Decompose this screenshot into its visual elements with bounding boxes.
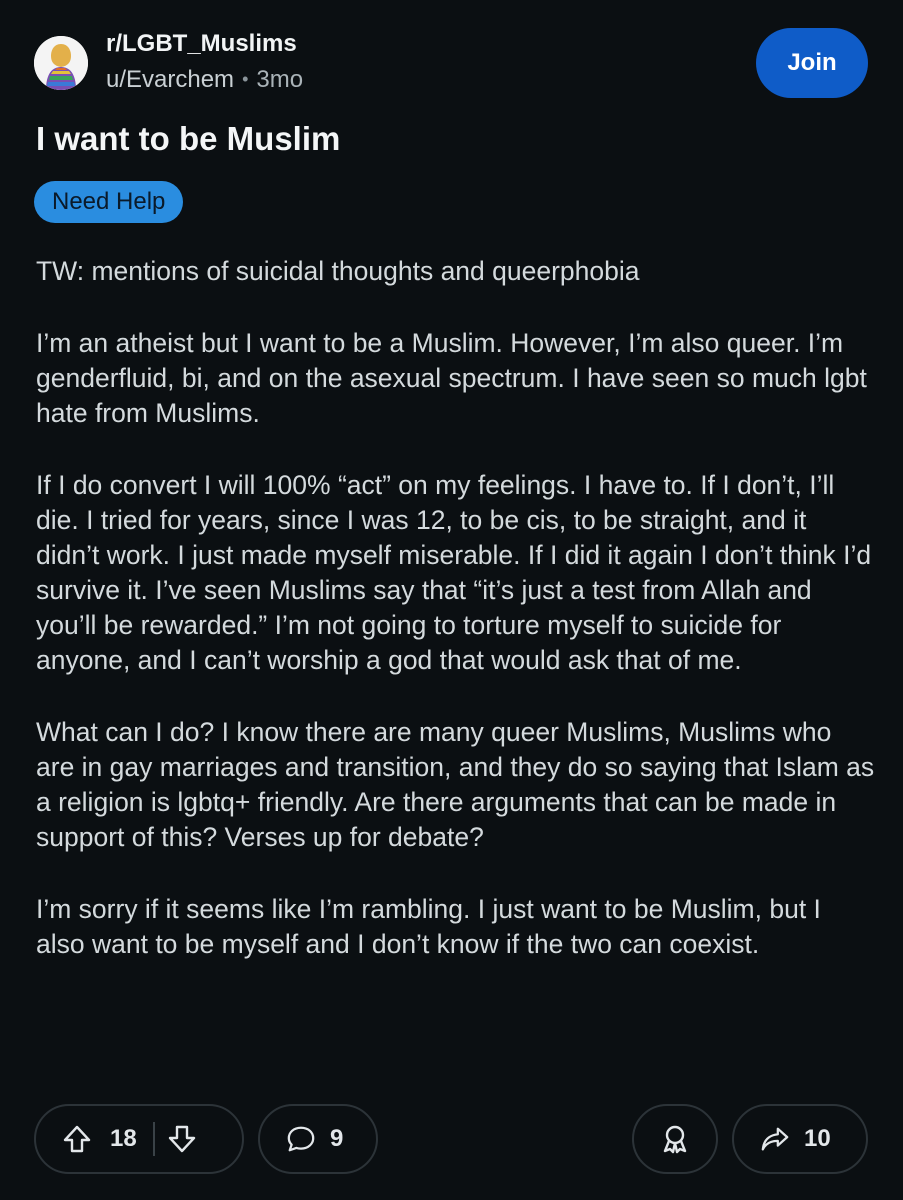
post-flair[interactable]: Need Help [34, 181, 184, 223]
body-paragraph: I’m an atheist but I want to be a Muslim… [36, 328, 867, 428]
vote-pill: 18 [34, 1104, 244, 1174]
upvote-count: 18 [110, 1125, 137, 1152]
body-paragraph: What can I do? I know there are many que… [36, 717, 875, 852]
vote-divider [152, 1122, 155, 1156]
share-count: 10 [804, 1125, 831, 1152]
body-paragraph: I’m sorry if it seems like I’m rambling.… [36, 894, 821, 959]
share-button[interactable]: 10 [732, 1104, 868, 1174]
subreddit-avatar[interactable] [34, 36, 88, 90]
join-button[interactable]: Join [756, 28, 868, 98]
post-action-bar: 18 9 10 [34, 1104, 868, 1176]
body-paragraph: If I do convert I will 100% “act” on my … [36, 470, 872, 675]
meta-separator: • [242, 69, 249, 89]
downvote-icon[interactable] [167, 1124, 197, 1154]
award-icon [660, 1124, 690, 1154]
author-name[interactable]: u/Evarchem [106, 66, 234, 93]
subreddit-name[interactable]: r/LGBT_Muslims [106, 30, 297, 58]
post-header: r/LGBT_Muslims u/Evarchem • 3mo Join [34, 28, 868, 100]
post-age: 3mo [256, 66, 304, 93]
post-title: I want to be Muslim [36, 120, 341, 157]
share-icon [760, 1124, 790, 1154]
body-paragraph: TW: mentions of suicidal thoughts and qu… [36, 256, 640, 286]
comment-button[interactable]: 9 [258, 1104, 378, 1174]
post-meta: u/Evarchem • 3mo [106, 66, 303, 94]
comment-count: 9 [330, 1125, 344, 1152]
award-button[interactable] [632, 1104, 718, 1174]
post-body: TW: mentions of suicidal thoughts and qu… [36, 254, 876, 999]
comment-icon [286, 1124, 316, 1154]
upvote-icon[interactable] [62, 1124, 92, 1154]
